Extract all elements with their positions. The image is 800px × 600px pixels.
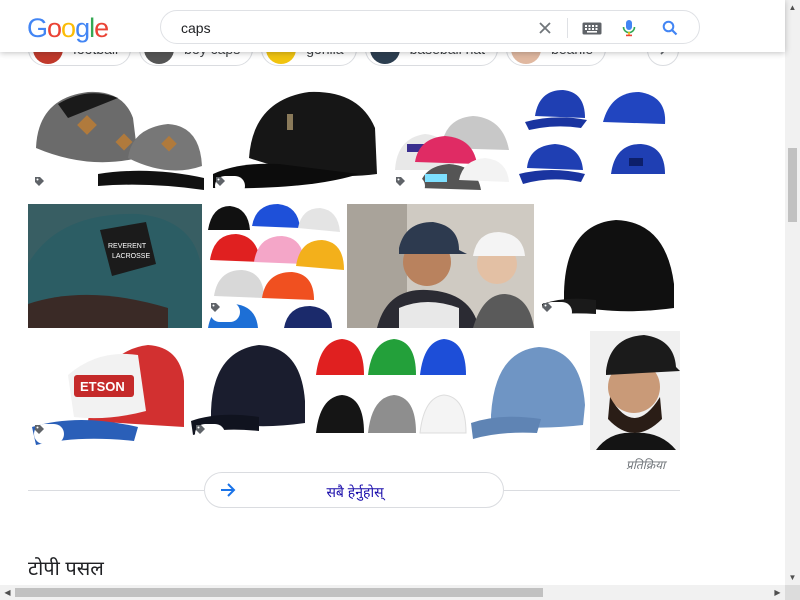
product-tag-icon <box>34 424 64 444</box>
vertical-scroll-thumb[interactable] <box>788 148 797 222</box>
product-tag-icon <box>395 176 425 196</box>
product-tag-icon <box>215 176 245 196</box>
logo-letter: G <box>27 13 48 43</box>
product-tag-icon <box>210 302 240 322</box>
see-all-button[interactable]: सबै हेर्नुहोस् <box>204 472 504 508</box>
scrollbar-corner <box>785 585 800 600</box>
search-box-divider <box>567 18 568 38</box>
svg-text:ETSON: ETSON <box>80 379 125 394</box>
search-box <box>160 10 700 44</box>
product-tag-icon <box>34 176 64 196</box>
divider-right <box>504 490 680 491</box>
feedback-link[interactable]: प्रतिक्रिया <box>626 456 665 473</box>
search-input[interactable] <box>181 18 501 38</box>
image-result[interactable]: ETSON <box>28 331 187 450</box>
section-title: टोपी पसल <box>28 558 104 580</box>
cap-image <box>347 204 534 328</box>
product-tag-icon <box>542 302 572 322</box>
image-result[interactable]: REVERENT LACROSSE <box>28 204 202 328</box>
browser-viewport: football boy caps gorilla baseball hat b… <box>0 0 800 600</box>
image-result[interactable] <box>347 204 534 328</box>
cap-image <box>471 347 585 439</box>
product-tag-icon <box>195 424 225 444</box>
horizontal-scroll-thumb[interactable] <box>15 588 543 597</box>
cap-image <box>590 331 680 450</box>
image-result[interactable] <box>204 204 345 328</box>
microphone-icon[interactable] <box>620 19 638 37</box>
cap-image <box>316 339 467 434</box>
image-result[interactable] <box>189 331 308 450</box>
scroll-down-icon[interactable]: ▼ <box>785 570 800 585</box>
logo-letter: o <box>47 13 62 43</box>
search-header: Google <box>0 0 785 52</box>
logo-letter: g <box>75 13 90 43</box>
image-result[interactable] <box>28 78 206 202</box>
cap-image: REVERENT LACROSSE <box>28 204 202 328</box>
logo-letter: o <box>61 13 76 43</box>
logo-letter: e <box>94 13 109 43</box>
image-result[interactable] <box>536 204 680 328</box>
see-all-label: सबै हेर्नुहोस् <box>326 484 384 500</box>
svg-text:LACROSSE: LACROSSE <box>112 253 150 260</box>
google-logo[interactable]: Google <box>27 13 109 44</box>
image-result[interactable] <box>515 78 680 202</box>
scroll-up-icon[interactable]: ▲ <box>785 0 800 15</box>
image-result[interactable] <box>209 78 386 202</box>
close-icon[interactable] <box>536 19 554 37</box>
vertical-scrollbar[interactable]: ▲ ▼ <box>785 0 800 585</box>
divider-left <box>28 490 204 491</box>
image-result[interactable] <box>590 331 680 450</box>
scroll-right-icon[interactable]: ▶ <box>770 585 785 600</box>
keyboard-icon[interactable] <box>581 19 603 37</box>
image-result[interactable] <box>389 78 512 202</box>
search-icon[interactable] <box>661 19 679 37</box>
horizontal-scrollbar[interactable]: ◀ ▶ <box>0 585 785 600</box>
image-result[interactable] <box>310 331 469 450</box>
scroll-left-icon[interactable]: ◀ <box>0 585 15 600</box>
image-result[interactable] <box>471 331 588 450</box>
svg-text:REVERENT: REVERENT <box>108 243 147 250</box>
cap-image <box>519 90 666 184</box>
